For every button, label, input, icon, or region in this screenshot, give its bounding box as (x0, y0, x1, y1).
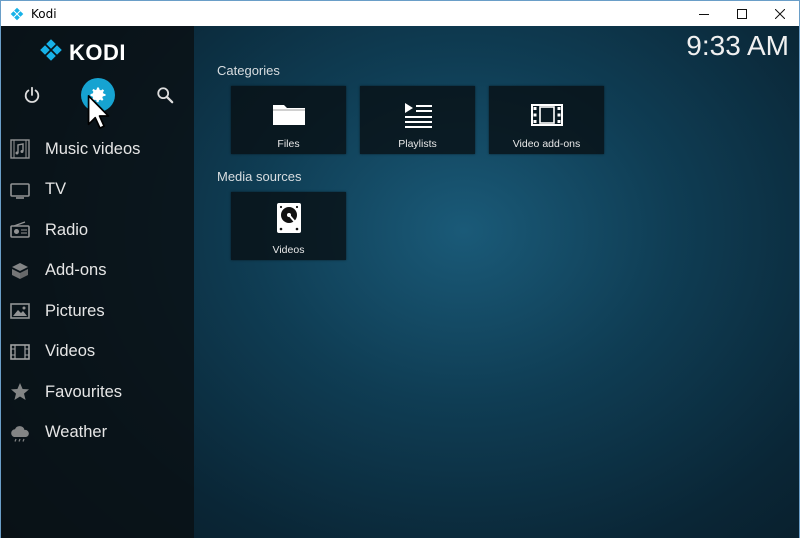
kodi-home-screen: KODI Music videos TV Radio Add-ons Pictu… (0, 26, 800, 538)
main-menu: Music videos TV Radio Add-ons Pictures V… (1, 129, 194, 453)
menu-item-label: Music videos (45, 139, 141, 158)
folder-icon (271, 92, 307, 128)
film-icon (530, 92, 563, 128)
tile-label: Video add-ons (512, 138, 581, 150)
power-icon[interactable] (15, 78, 49, 112)
close-icon[interactable] (761, 1, 799, 27)
menu-item-weather[interactable]: Weather (1, 413, 194, 454)
film-icon (9, 341, 31, 363)
kodi-logo-icon (39, 38, 63, 67)
categories-heading: Categories (217, 63, 280, 78)
star-icon (9, 381, 31, 403)
menu-item-radio[interactable]: Radio (1, 210, 194, 251)
weather-icon (9, 422, 31, 444)
minimize-icon[interactable] (685, 1, 723, 27)
menu-item-videos[interactable]: Videos (1, 332, 194, 373)
menu-item-addons[interactable]: Add-ons (1, 251, 194, 292)
harddisk-icon (276, 198, 302, 234)
kodi-logo-text: KODI (69, 39, 126, 65)
menu-item-pictures[interactable]: Pictures (1, 291, 194, 332)
menu-item-label: Add-ons (45, 261, 107, 280)
tv-icon (9, 179, 31, 201)
radio-icon (9, 219, 31, 241)
menu-item-label: Radio (45, 220, 89, 239)
menu-item-label: Weather (45, 423, 108, 442)
tile-playlists[interactable]: Playlists (360, 86, 475, 154)
addons-icon (9, 260, 31, 282)
menu-item-label: TV (45, 180, 67, 199)
maximize-icon[interactable] (723, 1, 761, 27)
menu-item-label: Pictures (45, 301, 105, 320)
menu-item-music-videos[interactable]: Music videos (1, 129, 194, 170)
window-titlebar: Kodi (0, 0, 800, 26)
menu-item-label: Favourites (45, 382, 123, 401)
menu-item-favourites[interactable]: Favourites (1, 372, 194, 413)
pictures-icon (9, 300, 31, 322)
tile-label: Videos (272, 244, 305, 256)
window-controls (685, 1, 799, 27)
tile-video-addons[interactable]: Video add-ons (489, 86, 604, 154)
search-icon[interactable] (148, 78, 182, 112)
media-sources-heading: Media sources (217, 169, 302, 184)
tile-files[interactable]: Files (231, 86, 346, 154)
playlist-icon (402, 92, 434, 128)
clock: 9:33 AM (686, 30, 789, 61)
kodi-app-icon (9, 6, 25, 22)
menu-item-tv[interactable]: TV (1, 170, 194, 211)
tile-label: Files (277, 138, 300, 150)
tile-videos-source[interactable]: Videos (231, 192, 346, 260)
sidebar: KODI Music videos TV Radio Add-ons Pictu… (1, 26, 194, 538)
music-video-icon (9, 138, 31, 160)
kodi-logo: KODI (39, 38, 126, 67)
menu-item-label: Videos (45, 342, 96, 361)
window-title: Kodi (31, 6, 57, 21)
tile-label: Playlists (398, 138, 437, 150)
